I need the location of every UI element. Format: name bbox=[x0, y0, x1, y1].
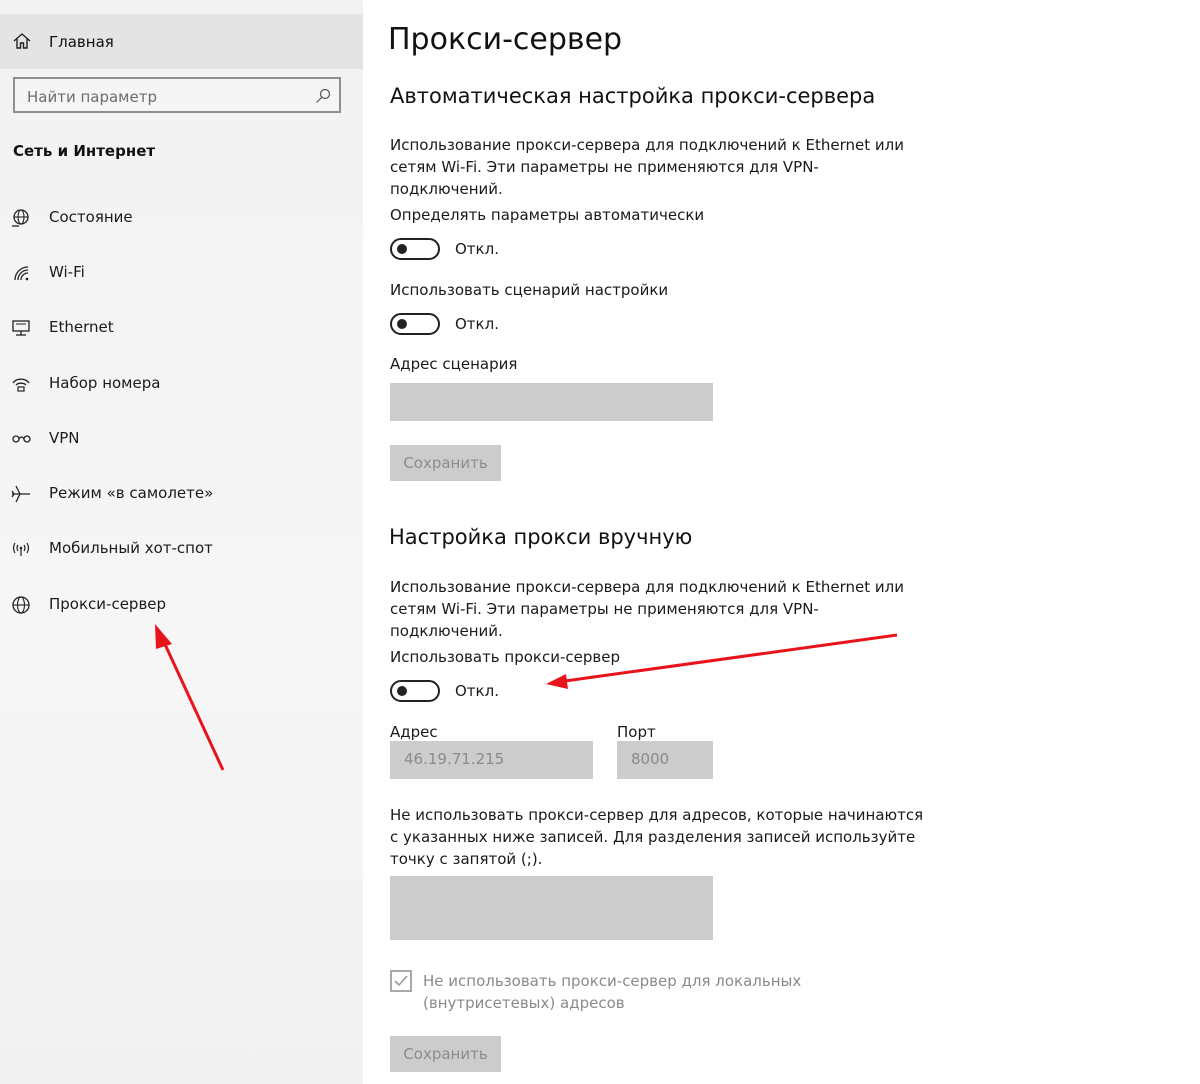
detect-settings-state: Откл. bbox=[455, 240, 499, 258]
sidebar-item-proxy[interactable]: Прокси-сервер bbox=[0, 585, 363, 625]
hotspot-icon bbox=[12, 542, 30, 556]
main-content: Прокси-сервер Автоматическая настройка п… bbox=[363, 0, 1200, 1084]
airplane-icon bbox=[11, 485, 30, 503]
setup-script-label: Использовать сценарий настройки bbox=[390, 281, 669, 299]
sidebar-item-label: Ethernet bbox=[49, 318, 114, 336]
proxy-address-value: 46.19.71.215 bbox=[404, 750, 505, 768]
search-placeholder: Найти параметр bbox=[27, 88, 157, 106]
use-proxy-state: Откл. bbox=[455, 682, 499, 700]
sidebar-item-vpn[interactable]: VPN bbox=[0, 419, 363, 459]
proxy-address-input[interactable]: 46.19.71.215 bbox=[390, 741, 593, 779]
setup-script-state: Откл. bbox=[455, 315, 499, 333]
sidebar-item-ethernet[interactable]: Ethernet bbox=[0, 308, 363, 348]
toggle-knob bbox=[397, 319, 407, 329]
manual-section-description: Использование прокси-сервера для подключ… bbox=[390, 578, 904, 640]
home-icon bbox=[13, 33, 31, 49]
exceptions-description: Не использовать прокси-сервер для адресо… bbox=[390, 806, 924, 868]
sidebar-item-airplane[interactable]: Режим «в самолете» bbox=[0, 474, 363, 514]
script-address-input[interactable] bbox=[390, 383, 713, 421]
section-title: Сеть и Интернет bbox=[13, 142, 156, 160]
detect-settings-label: Определять параметры автоматически bbox=[390, 206, 705, 224]
home-nav-item[interactable]: Главная bbox=[0, 14, 363, 69]
auto-section-description: Использование прокси-сервера для подключ… bbox=[390, 136, 904, 198]
sidebar: Главная Найти параметр Сеть и Интернет С… bbox=[0, 0, 363, 1084]
home-label: Главная bbox=[49, 33, 114, 51]
globe-status-icon bbox=[12, 209, 29, 227]
search-input[interactable]: Найти параметр bbox=[13, 77, 341, 113]
detect-settings-toggle[interactable] bbox=[390, 238, 440, 260]
sidebar-item-label: VPN bbox=[49, 429, 80, 447]
sidebar-item-wifi[interactable]: Wi-Fi bbox=[0, 253, 363, 293]
dialup-icon bbox=[12, 378, 30, 392]
search-icon bbox=[316, 88, 331, 103]
script-address-label: Адрес сценария bbox=[390, 355, 518, 373]
sidebar-item-hotspot[interactable]: Мобильный хот-спот bbox=[0, 529, 363, 569]
sidebar-item-dialup[interactable]: Набор номера bbox=[0, 364, 363, 404]
ethernet-icon bbox=[12, 320, 30, 336]
auto-section-heading: Автоматическая настройка прокси-сервера bbox=[390, 84, 876, 108]
proxy-port-value: 8000 bbox=[631, 750, 670, 768]
sidebar-item-label: Мобильный хот-спот bbox=[49, 539, 213, 557]
sidebar-item-status[interactable]: Состояние bbox=[0, 198, 363, 238]
sidebar-item-label: Режим «в самолете» bbox=[49, 484, 214, 502]
bypass-local-checkbox[interactable] bbox=[390, 970, 412, 992]
globe-icon bbox=[12, 596, 30, 614]
wifi-icon bbox=[14, 266, 29, 281]
auto-save-button[interactable]: Сохранить bbox=[390, 445, 501, 481]
bypass-local-label: Не использовать прокси-сервер для локаль… bbox=[423, 972, 802, 1012]
page-title: Прокси-сервер bbox=[388, 22, 623, 57]
proxy-port-label: Порт bbox=[617, 723, 656, 741]
checkmark-icon bbox=[394, 975, 408, 987]
manual-section-heading: Настройка прокси вручную bbox=[389, 525, 693, 549]
vpn-icon bbox=[12, 435, 31, 443]
toggle-knob bbox=[397, 686, 407, 696]
sidebar-item-label: Набор номера bbox=[49, 374, 161, 392]
sidebar-item-label: Прокси-сервер bbox=[49, 595, 167, 613]
toggle-knob bbox=[397, 244, 407, 254]
proxy-address-label: Адрес bbox=[390, 723, 438, 741]
sidebar-item-label: Wi-Fi bbox=[49, 263, 85, 281]
manual-save-button[interactable]: Сохранить bbox=[390, 1036, 501, 1072]
proxy-port-input[interactable]: 8000 bbox=[617, 741, 713, 779]
use-proxy-toggle[interactable] bbox=[390, 680, 440, 702]
sidebar-item-label: Состояние bbox=[49, 208, 133, 226]
exceptions-textarea[interactable] bbox=[390, 876, 713, 940]
setup-script-toggle[interactable] bbox=[390, 313, 440, 335]
use-proxy-label: Использовать прокси-сервер bbox=[390, 648, 620, 666]
